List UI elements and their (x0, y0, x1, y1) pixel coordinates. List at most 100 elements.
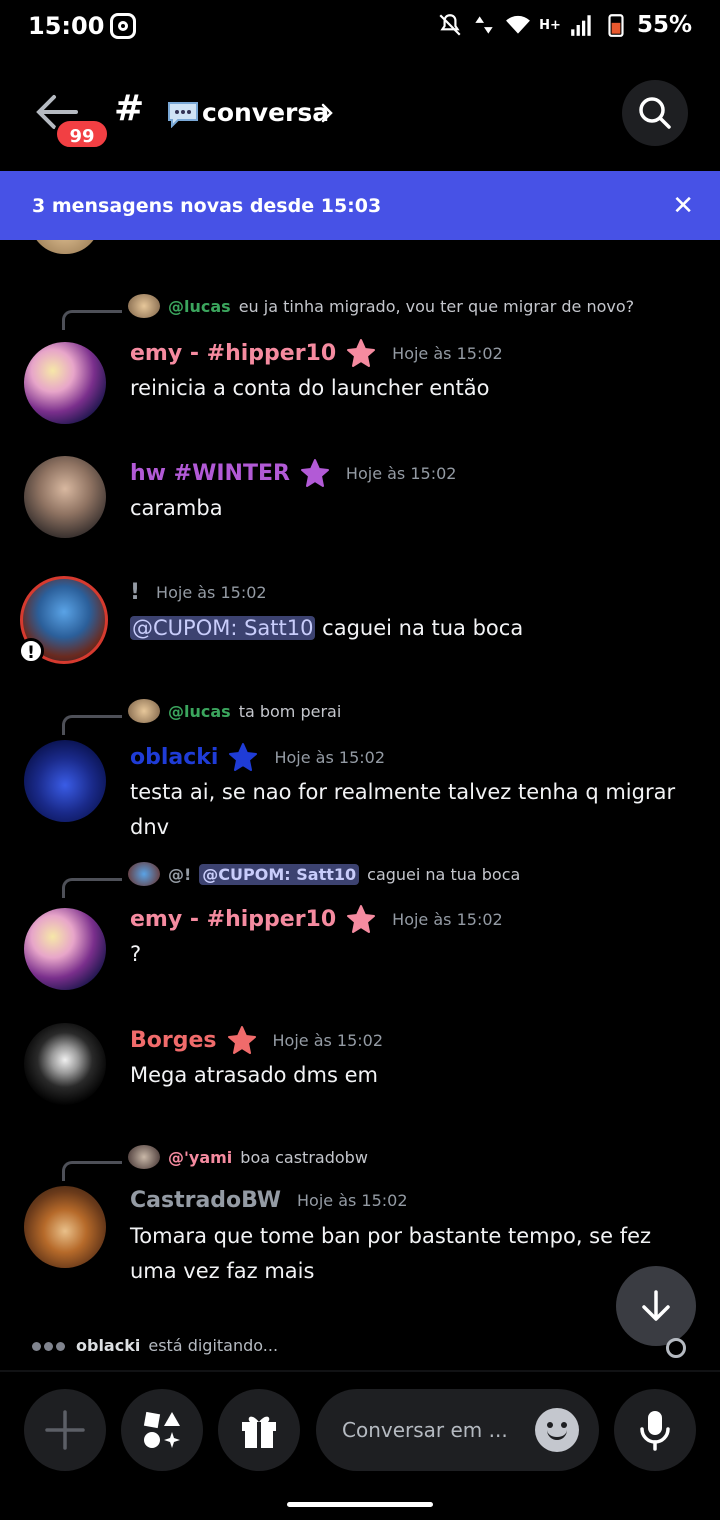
message-timestamp: Hoje às 15:02 (272, 1030, 384, 1050)
close-icon[interactable]: ✕ (672, 191, 694, 221)
attach-button[interactable] (24, 1389, 106, 1471)
message-text: caguei na tua boca (322, 616, 524, 640)
reply-connector (62, 310, 122, 330)
avatar (128, 294, 160, 318)
message-timestamp: Hoje às 15:02 (274, 747, 385, 767)
avatar (128, 862, 160, 886)
typing-indicator: oblacki está digitando... (32, 1336, 278, 1355)
instagram-notification-icon (110, 13, 136, 39)
voice-message-button[interactable] (614, 1389, 696, 1471)
avatar (128, 1145, 160, 1169)
search-icon (639, 97, 671, 129)
message-timestamp: Hoje às 15:02 (392, 343, 503, 363)
message-timestamp: Hoje às 15:02 (156, 583, 267, 602)
speech-balloon-icon (168, 102, 198, 128)
reply-author[interactable]: @'yami (168, 1148, 232, 1167)
avatar[interactable] (24, 740, 106, 822)
arrow-down-icon (642, 1290, 670, 1321)
message-header: emy - #hipper10 Hoje às 15:02 (130, 338, 503, 368)
typing-dots-icon (32, 1336, 68, 1355)
reply-author[interactable]: @! (168, 865, 191, 884)
chevron-right-icon[interactable] (320, 101, 334, 125)
message-header: emy - #hipper10 Hoje às 15:02 (130, 904, 503, 934)
message-author[interactable]: oblacki (130, 745, 218, 770)
message-content: ? (130, 942, 142, 966)
reply-author[interactable]: @lucas (168, 702, 231, 721)
avatar[interactable] (30, 240, 100, 254)
jump-to-bottom-button[interactable] (616, 1266, 696, 1346)
message-content: Tomara que tome ban por bastante tempo, … (130, 1224, 652, 1283)
status-icons: H+ 55% (437, 12, 692, 38)
message-content: testa ai, se nao for realmente talvez te… (130, 780, 676, 839)
message-content: reinicia a conta do launcher então (130, 376, 490, 400)
plus-icon (45, 1410, 85, 1450)
battery-icon (608, 14, 624, 37)
message-author[interactable]: emy - #hipper10 (130, 907, 336, 932)
channel-hash-icon: # (114, 88, 145, 129)
message-input-bar (0, 1372, 720, 1492)
unread-badge: 99 (54, 118, 110, 150)
message-timestamp: Hoje às 15:02 (297, 1191, 408, 1210)
reply-preview[interactable]: @lucas eu ja tinha migrado, vou ter que … (128, 294, 634, 318)
status-time: 15:00 (28, 12, 105, 40)
apps-button[interactable] (121, 1389, 203, 1471)
typing-text: está digitando... (148, 1336, 279, 1355)
reply-text: boa castradobw (240, 1147, 368, 1167)
typing-user: oblacki (76, 1336, 141, 1355)
star-role-icon (347, 339, 376, 367)
wifi-icon (506, 15, 531, 34)
message-timestamp: Hoje às 15:02 (345, 463, 457, 483)
channel-header: 99 # conversa (0, 56, 720, 171)
gift-button[interactable] (218, 1389, 300, 1471)
user-mention[interactable]: @CUPOM: Satt10 (199, 863, 360, 885)
user-mention[interactable]: @CUPOM: Satt10 (130, 616, 316, 640)
star-role-icon (300, 459, 329, 487)
star-role-icon (347, 905, 376, 933)
message-composer[interactable] (316, 1389, 599, 1471)
microphone-icon (640, 1411, 670, 1451)
home-indicator[interactable] (287, 1502, 433, 1507)
message-content: @CUPOM: Satt10 caguei na tua boca (130, 611, 700, 646)
new-messages-banner[interactable]: 3 mensagens novas desde 15:03 ✕ (0, 171, 720, 240)
avatar[interactable] (24, 342, 106, 424)
battery-percent: 55% (636, 12, 692, 38)
avatar (128, 699, 160, 723)
message-header: oblacki Hoje às 15:02 (130, 742, 385, 772)
message-author[interactable]: Borges (130, 1028, 217, 1053)
avatar[interactable] (24, 456, 106, 538)
signal-icon (571, 15, 591, 36)
status-bar: 15:00 H+ 55% (0, 0, 720, 56)
reply-connector (62, 715, 122, 735)
reply-connector (62, 1161, 122, 1181)
avatar[interactable] (24, 1023, 106, 1105)
reply-preview[interactable]: @lucas ta bom perai (128, 699, 341, 723)
message-content: caramba (130, 496, 223, 520)
message-content: Mega atrasado dms em (130, 1063, 378, 1087)
message-author[interactable]: CastradoBW (130, 1188, 281, 1213)
avatar-status-badge: ! (18, 638, 44, 664)
new-messages-text: 3 mensagens novas desde 15:03 (32, 195, 382, 217)
reply-connector (62, 878, 122, 898)
reply-preview[interactable]: @! @CUPOM: Satt10 caguei na tua boca (128, 862, 520, 886)
reply-author[interactable]: @lucas (168, 297, 231, 316)
message-author[interactable]: hw #WINTER (130, 461, 290, 486)
search-button[interactable] (622, 80, 688, 146)
star-role-icon (227, 1026, 256, 1054)
network-type: H+ (539, 17, 561, 33)
star-role-icon (229, 743, 258, 771)
emoji-icon[interactable] (535, 1408, 579, 1452)
channel-name[interactable]: conversa (202, 98, 329, 127)
message-header: ! Hoje às 15:02 (130, 580, 267, 605)
message-header: Borges Hoje às 15:02 (130, 1025, 383, 1055)
avatar[interactable] (24, 908, 106, 990)
reply-text: ta bom perai (238, 701, 342, 721)
message-header: hw #WINTER Hoje às 15:02 (130, 458, 456, 488)
reply-preview[interactable]: @'yami boa castradobw (128, 1145, 368, 1169)
message-header: CastradoBW Hoje às 15:02 (130, 1188, 408, 1213)
slowmode-timer-icon (666, 1338, 686, 1358)
message-list[interactable]: @lucas eu ja tinha migrado, vou ter que … (0, 240, 720, 1330)
avatar[interactable] (24, 1186, 106, 1268)
message-input[interactable] (342, 1389, 522, 1471)
message-author[interactable]: ! (130, 580, 140, 605)
message-author[interactable]: emy - #hipper10 (130, 341, 336, 366)
